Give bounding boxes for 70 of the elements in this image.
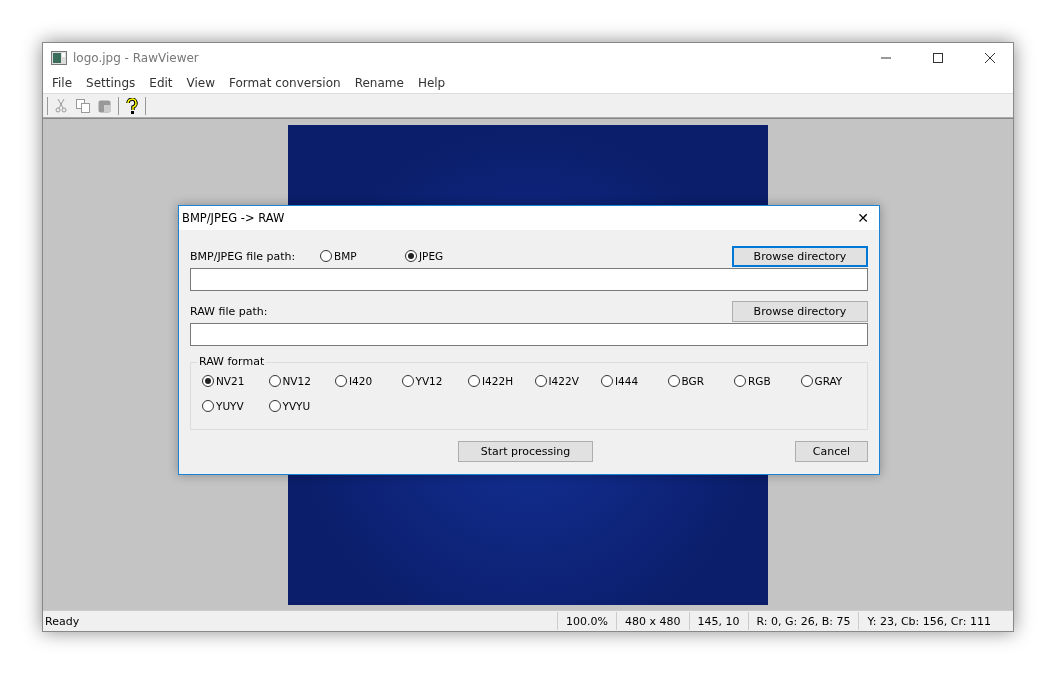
close-button[interactable]: ✕ [847, 206, 879, 230]
radio-option[interactable]: I422H [468, 375, 535, 387]
radio-circle[interactable] [534, 375, 547, 387]
radio-option[interactable]: I422V [534, 375, 601, 387]
window-title: logo.jpg - RawViewer [73, 50, 200, 65]
status-field: 145, 10 [688, 612, 748, 630]
help-icon[interactable] [123, 96, 141, 115]
menu-item[interactable]: Format conversion [222, 75, 348, 90]
status-message: Ready [44, 614, 81, 628]
radio-circle[interactable] [268, 400, 281, 412]
status-field: Y: 23, Cb: 156, Cr: 111 [858, 612, 999, 630]
radio-option[interactable]: JPEG [405, 250, 490, 262]
app-icon [51, 50, 67, 65]
radio-option[interactable]: YUYV [202, 400, 269, 412]
radio-circle[interactable] [405, 250, 417, 262]
radio-option[interactable]: I444 [601, 375, 668, 387]
radio-label: YVYU [282, 400, 311, 412]
start-button[interactable]: Start processing [458, 440, 593, 462]
cancel-button[interactable]: Cancel [795, 440, 868, 462]
radio-label: YUYV [216, 400, 244, 412]
radio-label: I444 [615, 375, 639, 387]
status-field: 100.0% [557, 612, 616, 630]
menu-item[interactable]: View [179, 75, 223, 90]
radio-circle[interactable] [268, 375, 281, 387]
radio-label: NV12 [282, 375, 311, 387]
menu-item[interactable]: Rename [347, 75, 411, 90]
radio-option[interactable]: NV21 [202, 375, 269, 387]
browse-button[interactable]: Browse directory [732, 245, 868, 267]
status-field: R: 0, G: 26, B: 75 [747, 612, 859, 630]
radio-circle[interactable] [734, 375, 746, 387]
group-label: RAW format [197, 355, 267, 368]
radio-option[interactable]: BMP [320, 250, 405, 262]
field-label: RAW file path: [190, 304, 269, 318]
radio-label: YV12 [415, 375, 443, 387]
status-field: 480 x 480 [616, 612, 689, 630]
radio-circle[interactable] [202, 375, 214, 387]
radio-label: I422H [482, 375, 514, 387]
dialog-title: BMP/JPEG -> RAW [182, 211, 286, 225]
browse-button[interactable]: Browse directory [732, 300, 868, 322]
radio-label: BMP [334, 250, 357, 262]
radio-option[interactable]: YV12 [401, 375, 468, 387]
radio-label: RGB [748, 375, 771, 387]
input-field[interactable] [190, 268, 868, 291]
radio-option[interactable]: NV12 [268, 375, 335, 387]
radio-option[interactable]: YVYU [268, 400, 335, 412]
radio-option[interactable]: I420 [335, 375, 402, 387]
radio-circle[interactable] [800, 375, 813, 387]
copy-icon[interactable] [74, 96, 92, 115]
field-label: BMP/JPEG file path: [190, 249, 297, 263]
radio-label: JPEG [419, 250, 444, 262]
menu-item[interactable]: Edit [142, 75, 180, 90]
radio-circle[interactable] [335, 375, 347, 387]
radio-circle[interactable] [667, 375, 680, 387]
radio-label: GRAY [814, 375, 843, 387]
radio-circle[interactable] [468, 375, 480, 387]
menu-item[interactable]: Help [410, 75, 453, 90]
radio-option[interactable]: RGB [734, 375, 801, 387]
radio-circle[interactable] [401, 375, 414, 387]
radio-circle[interactable] [601, 375, 613, 387]
menu-item[interactable]: File [45, 75, 80, 90]
radio-circle[interactable] [320, 250, 332, 262]
radio-option[interactable]: GRAY [800, 375, 867, 387]
input-field[interactable] [190, 323, 868, 346]
radio-option[interactable]: BGR [667, 375, 734, 387]
radio-label: NV21 [216, 375, 245, 387]
radio-label: BGR [681, 375, 704, 387]
radio-label: I420 [349, 375, 373, 387]
menu-item[interactable]: Settings [79, 75, 143, 90]
radio-label: I422V [548, 375, 579, 387]
radio-circle[interactable] [202, 400, 214, 412]
